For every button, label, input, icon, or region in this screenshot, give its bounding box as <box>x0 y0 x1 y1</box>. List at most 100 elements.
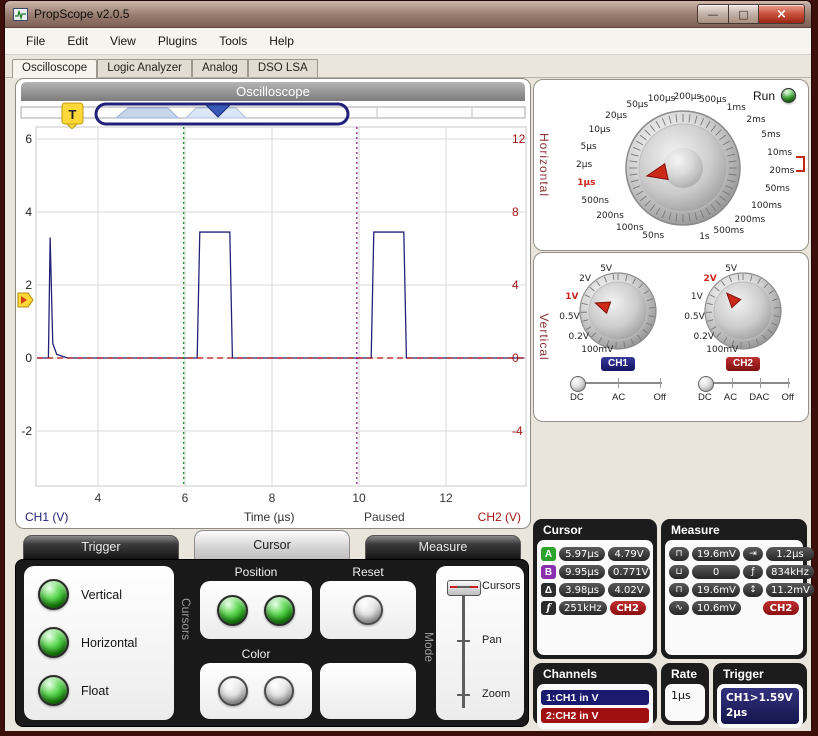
timebase-scale-500ms[interactable]: 500ms <box>713 226 744 236</box>
timebase-scale-5-s[interactable]: 5µs <box>581 142 597 152</box>
ch2-coupling-handle[interactable] <box>698 376 714 392</box>
ch2-scale-100mv[interactable]: 100mV <box>706 345 738 355</box>
minimize-button[interactable]: — <box>697 4 729 24</box>
color-knob-1[interactable] <box>218 676 248 706</box>
timebase-scale-5ms[interactable]: 5ms <box>761 130 780 140</box>
timebase-scale-500ns[interactable]: 500ns <box>581 196 609 206</box>
ch2-scale-0-2v[interactable]: 0.2V <box>694 332 714 342</box>
ch1-coupling-dc[interactable]: DC <box>570 392 584 403</box>
menu-item-help[interactable]: Help <box>258 31 305 51</box>
mode-option-pan[interactable]: Pan <box>482 634 502 646</box>
float-cursor-led-button[interactable] <box>38 675 69 706</box>
maximize-button[interactable]: □ <box>729 4 758 24</box>
timebase-scale-20ms[interactable]: 20ms <box>769 166 794 176</box>
menu-item-tools[interactable]: Tools <box>208 31 258 51</box>
menu-item-view[interactable]: View <box>99 31 147 51</box>
timebase-scale-50ns[interactable]: 50ns <box>642 231 664 241</box>
ch2-scale-5v[interactable]: 5V <box>725 264 737 274</box>
mode-slider-handle[interactable] <box>447 580 481 596</box>
cursor---value-2: 4.02V <box>608 583 650 597</box>
menu-item-file[interactable]: File <box>15 31 56 51</box>
timebase-scale-1ms[interactable]: 1ms <box>727 103 746 113</box>
timebase-scale-10-s[interactable]: 10µs <box>589 125 611 135</box>
ch1-scale-2v[interactable]: 2V <box>579 274 591 284</box>
timebase-scale-200-s[interactable]: 200µs <box>674 92 702 102</box>
reset-button[interactable] <box>353 595 383 625</box>
controls-tab-trigger[interactable]: Trigger <box>23 535 179 559</box>
timebase-scale-500-s[interactable]: 500µs <box>699 95 727 105</box>
titlebar[interactable]: PropScope v2.0.5 — □ × <box>5 1 811 28</box>
ch1-coupling-handle[interactable] <box>570 376 586 392</box>
tab-dso-lsa[interactable]: DSO LSA <box>248 59 318 77</box>
controls-tab-measure[interactable]: Measure <box>365 535 521 559</box>
ch2-coupling-dc[interactable]: DC <box>698 392 712 403</box>
tab-analog[interactable]: Analog <box>192 59 248 77</box>
timebase-scale-200ns[interactable]: 200ns <box>596 211 624 221</box>
ch2-scale-1v[interactable]: 1V <box>691 292 703 302</box>
ch1-coupling-slider[interactable]: DC AC Off <box>568 375 668 403</box>
cursor-panel-title: Cursor <box>533 519 657 540</box>
timebase-scale-50ms[interactable]: 50ms <box>765 184 790 194</box>
ch1-scale-0-5v[interactable]: 0.5V <box>559 312 579 322</box>
run-led-button[interactable] <box>781 88 796 103</box>
ch2-coupling-dac[interactable]: DAC <box>749 392 769 403</box>
tab-logic-analyzer[interactable]: Logic Analyzer <box>97 59 192 77</box>
mode-slider-group: Cursors Pan Zoom <box>436 566 524 720</box>
timebase-scale-20-s[interactable]: 20µs <box>605 111 627 121</box>
svg-text:6: 6 <box>25 132 32 146</box>
vertical-label: Vertical <box>81 588 122 602</box>
position-knob-1[interactable] <box>217 595 248 626</box>
trigger-time-marker[interactable]: T <box>62 103 83 129</box>
channel-row-1-ch1-in-v[interactable]: 1:CH1 in V <box>541 690 649 705</box>
ch1-scale-1v[interactable]: 1V <box>565 292 578 302</box>
trigger-holdoff: 2µs <box>726 706 794 721</box>
ch2-axis-label: CH2 (V) <box>478 510 521 524</box>
timebase-scale-200ms[interactable]: 200ms <box>735 215 766 225</box>
mode-option-cursors[interactable]: Cursors <box>482 580 521 592</box>
mode-option-zoom[interactable]: Zoom <box>482 688 510 700</box>
timebase-scale-2-s[interactable]: 2µs <box>576 160 592 170</box>
timebase-scale-100ms[interactable]: 100ms <box>751 201 782 211</box>
ch1-scale-100mv[interactable]: 100mV <box>581 345 613 355</box>
ch1-coupling-ac[interactable]: AC <box>612 392 625 403</box>
ch1-coupling-off[interactable]: Off <box>654 392 667 403</box>
ch2-coupling-ac[interactable]: AC <box>724 392 737 403</box>
workspace: Oscilloscope 46810126420-212840-4 T CH1 … <box>5 78 811 731</box>
close-button[interactable]: × <box>758 4 805 24</box>
scope-plot[interactable]: 46810126420-212840-4 <box>16 79 530 528</box>
timebase-scale-100-s[interactable]: 100µs <box>648 94 676 104</box>
timebase-scale-2ms[interactable]: 2ms <box>746 115 765 125</box>
trigger-settings[interactable]: CH1>1.59V 2µs <box>721 688 799 724</box>
ch2-coupling-off[interactable]: Off <box>781 392 794 403</box>
tab-oscilloscope[interactable]: Oscilloscope <box>12 59 97 78</box>
pulse-width-icon: ⇥ <box>743 547 763 561</box>
ch2-scale-2v[interactable]: 2V <box>703 274 716 284</box>
timebase-scale-10ms[interactable]: 10ms <box>767 148 792 158</box>
vertical-label: Vertical <box>537 313 551 360</box>
color-knob-2[interactable] <box>264 676 294 706</box>
horizontal-cursor-led-button[interactable] <box>38 627 69 658</box>
cursor-readout-panel: Cursor A5.97µs4.79VB9.95µs0.771VΔ3.98µs4… <box>533 519 657 659</box>
timebase-scale-100ns[interactable]: 100ns <box>616 223 644 233</box>
controls-tab-cursor[interactable]: Cursor <box>194 530 350 559</box>
measure-value: 834kHz <box>766 565 814 579</box>
ch2-scale-0-5v[interactable]: 0.5V <box>684 312 704 322</box>
ch2-coupling-slider[interactable]: DC AC DAC Off <box>696 375 796 403</box>
timebase-scale-1-s[interactable]: 1µs <box>577 178 595 188</box>
timebase-scale-50-s[interactable]: 50µs <box>626 100 648 110</box>
ch1-scale-5v[interactable]: 5V <box>600 264 612 274</box>
ch1-scale-0-2v[interactable]: 0.2V <box>569 332 589 342</box>
timebase-scale-1s[interactable]: 1s <box>699 232 709 242</box>
oscilloscope-panel: Oscilloscope 46810126420-212840-4 T CH1 … <box>15 78 531 529</box>
menu-item-plugins[interactable]: Plugins <box>147 31 208 51</box>
timebase-scrollbar[interactable]: T <box>16 101 530 129</box>
menu-item-edit[interactable]: Edit <box>56 31 99 51</box>
channel-row-2-ch2-in-v[interactable]: 2:CH2 in V <box>541 708 649 723</box>
position-knob-2[interactable] <box>264 595 295 626</box>
vertical-cursor-led-button[interactable] <box>38 579 69 610</box>
measure-value: 1.2µs <box>766 547 814 561</box>
cursor-channel-badge: CH2 <box>610 601 646 615</box>
svg-text:4: 4 <box>512 278 519 292</box>
mode-slider-track[interactable] <box>462 582 465 708</box>
reset-group <box>320 581 416 639</box>
